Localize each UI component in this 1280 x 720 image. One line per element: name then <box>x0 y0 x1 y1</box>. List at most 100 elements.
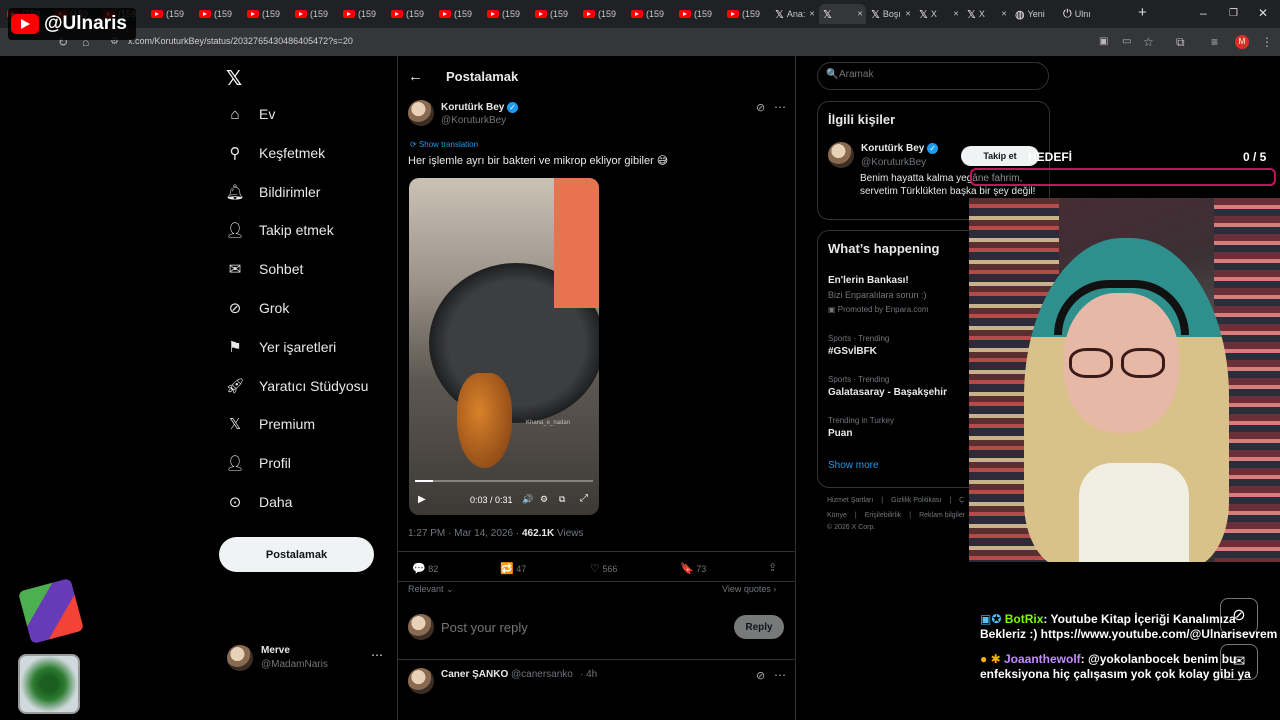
sidebar-item-keşfetmek[interactable]: ⚲ Keşfetmek <box>226 144 326 162</box>
browser-tab[interactable]: (159 <box>291 4 338 24</box>
more-dots-icon[interactable]: ⋯ <box>774 668 786 682</box>
more-dots-icon[interactable]: ⋯ <box>371 648 383 662</box>
grok-icon[interactable]: ⊘ <box>756 101 765 114</box>
footer-link[interactable]: | <box>881 497 883 504</box>
footer-link[interactable]: Hizmet Şartları <box>827 497 873 504</box>
browser-tab[interactable]: ⏻ Ulnı <box>1059 4 1106 24</box>
person-handle[interactable]: @KoruturkBey <box>861 157 926 168</box>
person-name[interactable]: Korutürk Bey ✓ <box>861 143 939 154</box>
close-tab-icon[interactable]: ✕ <box>1001 10 1007 18</box>
browser-tab[interactable]: 𝕏 X ✕ <box>963 4 1010 24</box>
search-input[interactable] <box>839 69 1039 80</box>
sidebar-item-profil[interactable]: 👤︎ Profil <box>225 454 290 472</box>
extensions-icon[interactable]: ⧉ <box>1176 35 1185 50</box>
share-icon[interactable]: ⇪ <box>768 561 777 574</box>
post-button[interactable]: Postalamak <box>219 537 374 572</box>
trend-name[interactable]: Puan <box>828 428 852 439</box>
sidebar-item-takip-etmek[interactable]: 👤︎ Takip etmek <box>225 221 333 239</box>
browser-tab[interactable]: (159 <box>243 4 290 24</box>
browser-tab[interactable]: 𝕏 ✕ <box>819 4 866 24</box>
avatar[interactable] <box>828 142 854 168</box>
view-quotes-link[interactable]: View quotes › <box>722 584 776 594</box>
browser-tab[interactable]: 𝕏 X ✕ <box>915 4 962 24</box>
search-box[interactable]: 🔍 <box>817 62 1049 90</box>
browser-tab[interactable]: (159 <box>723 4 770 24</box>
footer-link[interactable]: Reklam bilgiler <box>919 512 965 519</box>
browser-tab[interactable]: (159 <box>483 4 530 24</box>
more-dots-icon[interactable]: ⋯ <box>774 100 786 114</box>
close-tab-icon[interactable]: ✕ <box>905 10 911 18</box>
reply-input[interactable] <box>441 618 721 636</box>
footer-link[interactable]: Ç <box>959 497 964 504</box>
play-icon[interactable]: ▶ <box>418 494 426 505</box>
browser-tab[interactable]: (159 <box>579 4 626 24</box>
sidebar-item-bildirimler[interactable]: 🔔︎ Bildirimler <box>225 183 320 201</box>
close-tab-icon[interactable]: ✕ <box>953 10 959 18</box>
video-player[interactable]: Khana_e_nadan ▶ 0:03 / 0:31 🔊 ⚙ ⧉ ⤢ <box>409 178 599 515</box>
footer-link[interactable]: Erişilebilirlik <box>865 512 902 519</box>
sidebar-item-yaratıcı-stüdyosu[interactable]: 🚀︎ Yaratıcı Stüdyosu <box>225 377 368 395</box>
bookmark-action[interactable]: 🔖 73 <box>680 562 706 575</box>
browser-tab[interactable]: (159 <box>147 4 194 24</box>
footer-link[interactable]: | <box>855 512 857 519</box>
fullscreen-icon[interactable]: ⤢ <box>580 493 588 504</box>
close-tab-icon[interactable]: ✕ <box>857 10 863 18</box>
sidebar-item-premium[interactable]: 𝕏 Premium <box>226 415 315 433</box>
settings-icon[interactable]: ⚙ <box>540 494 548 505</box>
reading-list-icon[interactable]: ≡ <box>1211 35 1218 49</box>
sidebar-item-yer-işaretleri[interactable]: ⚑ Yer işaretleri <box>226 338 336 356</box>
close-window-icon[interactable]: ✕ <box>1258 6 1268 20</box>
post-timestamp[interactable]: 1:27 PM · Mar 14, 2026 · <box>408 528 522 539</box>
profile-avatar-icon[interactable]: M <box>1235 35 1249 49</box>
volume-icon[interactable]: 🔊 <box>522 494 533 505</box>
reply-author-handle[interactable]: @canersanko <box>511 669 573 680</box>
maximize-icon[interactable]: ❐ <box>1229 8 1238 19</box>
reply-button[interactable]: Reply <box>734 615 784 639</box>
reply-author-name[interactable]: Caner ŞANKO <box>441 669 508 680</box>
show-translation-link[interactable]: ⟳ Show translation <box>410 140 478 149</box>
sort-dropdown[interactable]: Relevant ⌄ <box>408 584 454 595</box>
browser-tab[interactable]: (159 <box>195 4 242 24</box>
video-progress-track[interactable] <box>415 480 593 482</box>
footer-link[interactable]: Gizlilik Politikası <box>891 497 941 504</box>
url-field[interactable]: x.com/KoruturkBey/status/203276543048640… <box>128 36 353 46</box>
sidebar-item-sohbet[interactable]: ✉ Sohbet <box>226 260 304 278</box>
grok-icon[interactable]: ⊘ <box>756 669 765 682</box>
browser-tab[interactable]: (159 <box>339 4 386 24</box>
reply-avatar[interactable] <box>408 668 434 694</box>
author-avatar[interactable] <box>408 100 434 126</box>
browser-tab[interactable]: 𝕏 Boşı ✕ <box>867 4 914 24</box>
menu-dots-icon[interactable]: ⋮ <box>1261 35 1273 49</box>
trend-name[interactable]: Galatasaray - Başakşehir <box>828 387 947 398</box>
footer-link[interactable]: | <box>949 497 951 504</box>
new-tab-icon[interactable]: + <box>1138 4 1147 21</box>
cast-icon[interactable]: ▭ <box>1122 36 1131 47</box>
browser-tab[interactable]: (159 <box>531 4 578 24</box>
sidebar-item-ev[interactable]: ⌂ Ev <box>226 105 275 123</box>
footer-link[interactable]: | <box>909 512 911 519</box>
translate-icon[interactable]: ▣ <box>1099 36 1108 47</box>
like-action[interactable]: ♡ 566 <box>590 562 617 575</box>
back-arrow-icon[interactable]: ← <box>408 68 423 85</box>
pip-icon[interactable]: ⧉ <box>559 494 565 505</box>
account-switcher[interactable]: Merve @MadamNaris ⋯ <box>227 644 387 674</box>
browser-tab[interactable]: (159 <box>675 4 722 24</box>
close-tab-icon[interactable]: ✕ <box>809 10 815 18</box>
author-handle[interactable]: @KoruturkBey <box>441 115 506 126</box>
author-name[interactable]: Korutürk Bey ✓ <box>441 102 519 113</box>
x-logo-icon[interactable]: 𝕏 <box>226 66 242 91</box>
browser-tab[interactable]: (159 <box>435 4 482 24</box>
trend-name[interactable]: #GSvİBFK <box>828 346 877 357</box>
sidebar-item-grok[interactable]: ⊘ Grok <box>226 299 290 317</box>
browser-tab[interactable]: ◍ Yeni <box>1011 4 1058 24</box>
reply-action[interactable]: 💬 82 <box>412 562 438 575</box>
browser-tab[interactable]: (159 <box>387 4 434 24</box>
minimize-icon[interactable]: – <box>1200 6 1207 20</box>
show-more-link[interactable]: Show more <box>828 460 879 471</box>
repost-action[interactable]: 🔁 47 <box>500 562 526 575</box>
browser-tab[interactable]: 𝕏 Ana: ✕ <box>771 4 818 24</box>
promo-title[interactable]: En'lerin Bankası! <box>828 275 909 286</box>
footer-link[interactable]: Künye <box>827 512 847 519</box>
browser-tab[interactable]: (159 <box>627 4 674 24</box>
bookmark-star-icon[interactable]: ☆ <box>1143 35 1154 49</box>
